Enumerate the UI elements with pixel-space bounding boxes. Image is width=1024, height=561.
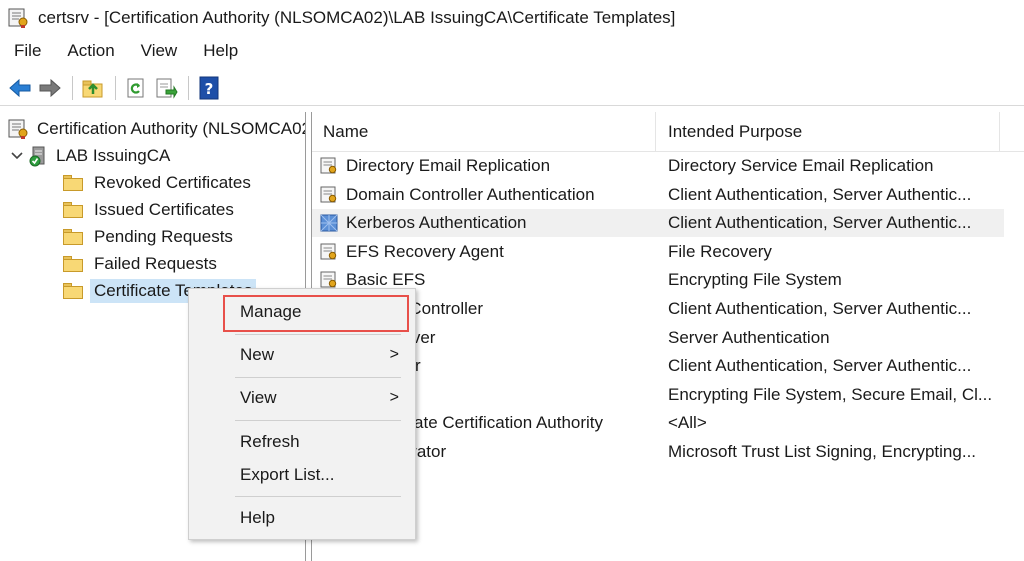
context-menu-label: Export List... [240,465,335,484]
certification-authority-icon [8,118,30,140]
help-icon[interactable]: ? [195,74,223,102]
cell-template-name: EFS Recovery Agent [312,242,656,262]
export-list-icon[interactable] [152,74,180,102]
tree-ca-label: LAB IssuingCA [56,146,171,165]
folder-icon [62,174,84,192]
tree-item-pending-requests[interactable]: Pending Requests [62,224,237,250]
results-list: Name Intended Purpose Directory Email Re… [311,112,1024,561]
column-header-intended-purpose[interactable]: Intended Purpose [656,112,1000,151]
context-menu-label: View [240,388,277,407]
certificate-template-icon [320,186,338,204]
menu-file[interactable]: File [0,41,53,61]
tree-item-revoked-certificates[interactable]: Revoked Certificates [62,170,255,196]
cell-intended-purpose: Client Authentication, Server Authentic.… [668,299,972,318]
menu-view[interactable]: View [127,41,190,61]
cell-intended-purpose: File Recovery [668,241,772,261]
cell-intended-purpose: Client Authentication, Server Authentic.… [668,356,972,376]
refresh-icon[interactable] [122,74,150,102]
toolbar-separator [188,75,189,100]
certificate-template-icon [320,243,338,261]
menu-separator [235,496,401,497]
context-menu-label: New [240,345,275,364]
toolbar: ? [0,70,1024,106]
tree-item-label: Failed Requests [94,254,217,273]
folder-icon [62,255,84,273]
certificate-template-icon [320,157,338,175]
context-menu-export-list[interactable]: Export List... [189,460,415,490]
tree-item-failed-requests[interactable]: Failed Requests [62,251,221,277]
context-menu-label: Refresh [240,432,300,451]
chevron-right-icon: > [389,389,399,406]
tree-item-label: Issued Certificates [94,200,234,219]
certificate-template-icon [320,271,338,289]
cell-intended-purpose: Encrypting File System, Secure Email, Cl… [668,384,993,404]
cell-intended-purpose: Encrypting File System [668,270,842,290]
template-name: Directory Email Replication [346,156,551,175]
menu-help[interactable]: Help [189,41,250,61]
kerberos-template-icon [320,214,338,232]
toolbar-separator [72,75,73,100]
context-menu-new[interactable]: New > [189,340,415,370]
table-row[interactable]: Kerberos Authentication Client Authentica… [312,209,1004,238]
context-menu-refresh[interactable]: Refresh [189,427,415,457]
tree-root-label: Certification Authority (NLSOMCA02) [37,119,306,138]
menu-bar: File Action View Help [0,36,1024,66]
folder-icon [62,228,84,246]
toolbar-separator [115,75,116,100]
table-row[interactable]: EFS Recovery Agent File Recovery [312,238,1004,266]
table-row[interactable]: Directory Email Replication Directory Ser… [312,152,1004,180]
context-menu-view[interactable]: View > [189,383,415,413]
tree-item-label: Revoked Certificates [94,173,251,192]
tree-ca-item[interactable]: LAB IssuingCA [10,143,170,169]
forward-arrow-icon[interactable] [36,74,64,102]
table-row[interactable]: Domain Controller Authentication Client A… [312,181,1004,209]
menu-separator [235,334,401,335]
cell-template-name: Domain Controller Authentication [312,185,656,205]
svg-text:?: ? [205,80,214,98]
cell-intended-purpose: Microsoft Trust List Signing, Encrypting… [668,442,977,461]
cell-intended-purpose: Client Authentication, Server Authentic.… [668,184,972,204]
tree-item-issued-certificates[interactable]: Issued Certificates [62,197,238,223]
cell-intended-purpose: Server Authentication [668,327,830,347]
context-menu-label: Help [240,508,275,527]
column-header-name[interactable]: Name [312,112,656,151]
cell-intended-purpose: Client Authentication, Server Authentic.… [668,213,972,233]
chevron-right-icon: > [389,346,399,363]
menu-action[interactable]: Action [53,41,126,61]
cell-template-name: Kerberos Authentication [312,213,656,233]
up-folder-icon[interactable] [79,74,107,102]
tree-item-label: Pending Requests [94,227,233,246]
ca-server-icon [28,145,50,167]
back-arrow-icon[interactable] [6,74,34,102]
title-bar: certsrv - [Certification Authority (NLSO… [0,0,1024,36]
folder-icon [62,201,84,219]
cell-intended-purpose: <All> [668,413,707,433]
context-menu-help[interactable]: Help [189,503,415,533]
template-name: Domain Controller Authentication [346,184,595,204]
chevron-down-icon[interactable] [10,148,28,164]
certsrv-app-icon [8,7,30,29]
cell-intended-purpose: Directory Service Email Replication [668,156,934,175]
template-name: Kerberos Authentication [346,213,527,233]
manage-highlight-box [223,295,409,332]
menu-separator [235,377,401,378]
template-name: EFS Recovery Agent [346,241,504,261]
folder-icon [62,282,84,300]
list-header: Name Intended Purpose [312,112,1024,152]
tree-root-item[interactable]: Certification Authority (NLSOMCA02) [8,116,306,142]
menu-separator [235,420,401,421]
window-title: certsrv - [Certification Authority (NLSO… [38,8,676,27]
cell-template-name: Directory Email Replication [312,156,656,176]
